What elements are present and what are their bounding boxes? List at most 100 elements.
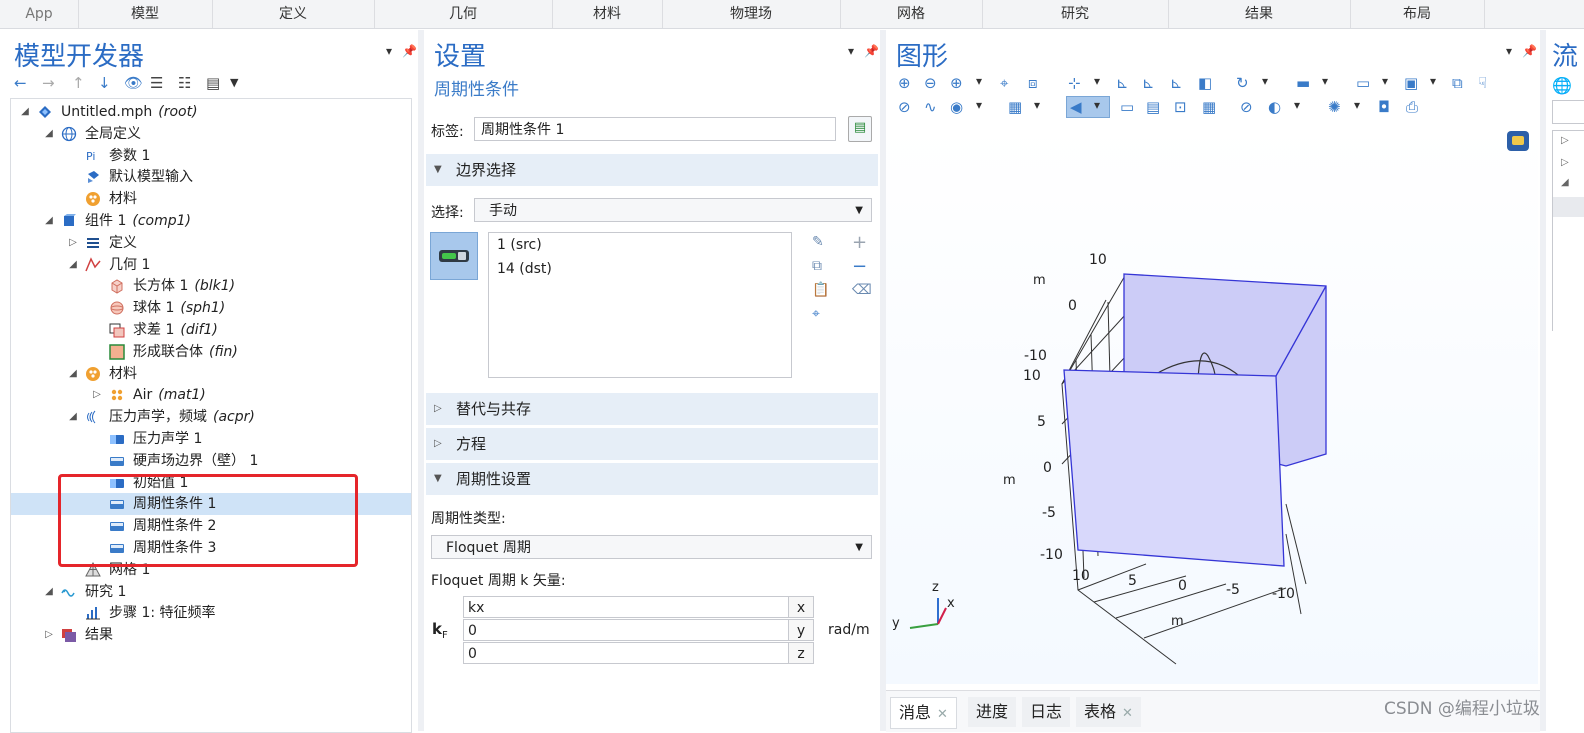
tree-node[interactable]: 长方体 1 (blk1) — [11, 275, 411, 297]
tree-node[interactable]: ▷ 结果 — [11, 624, 411, 646]
panel-menu-icon[interactable]: ▾ — [1506, 44, 1512, 58]
camera-icon[interactable]: ◘ — [1378, 98, 1390, 116]
ribbon-tab-results[interactable]: 结果 — [1168, 0, 1351, 28]
clear-selection-icon[interactable]: ⌫ — [852, 282, 872, 298]
chevron-down-icon[interactable]: ▼ — [230, 76, 238, 89]
chevron-down-icon[interactable]: ▾ — [1034, 98, 1040, 112]
view-xy-icon[interactable]: ⊾ — [1116, 74, 1129, 92]
chevron-down-icon[interactable]: ◢ — [43, 210, 55, 232]
boundary-list[interactable]: 1 (src) 14 (dst) — [488, 232, 792, 378]
ribbon-tab-definitions[interactable]: 定义 — [212, 0, 375, 28]
ribbon-tab-layout[interactable]: 布局 — [1350, 0, 1485, 28]
sound-icon[interactable]: ◧ — [1198, 74, 1212, 92]
ribbon-tab-study[interactable]: 研究 — [982, 0, 1169, 28]
tree-node[interactable]: 压力声学 1 — [11, 428, 411, 450]
printer-icon[interactable]: ⎙ — [1406, 98, 1418, 116]
render-icon[interactable]: ▭ — [1356, 74, 1370, 92]
label-field[interactable]: 周期性条件 1 — [474, 117, 836, 141]
grid-icon[interactable]: ⊡ — [1174, 98, 1187, 116]
tab-log[interactable]: 日志 — [1022, 697, 1071, 727]
search-input[interactable] — [1552, 100, 1584, 124]
boundary-item[interactable]: 14 (dst) — [497, 261, 552, 277]
chevron-down-icon[interactable]: ▾ — [1094, 74, 1100, 88]
back-arrow-icon[interactable]: ← — [14, 74, 27, 92]
expand-all-icon[interactable]: ☷ — [178, 74, 191, 92]
forward-arrow-icon[interactable]: → — [42, 74, 55, 92]
chevron-down-icon[interactable]: ◢ — [67, 406, 79, 428]
globe-icon[interactable]: 🌐 — [1552, 76, 1572, 95]
settings-icon[interactable]: ✺ — [1328, 98, 1341, 116]
periodic-type-dropdown[interactable]: Floquet 周期 ▼ — [431, 535, 872, 559]
chevron-down-icon[interactable]: ◢ — [1561, 177, 1569, 188]
tab-progress[interactable]: 进度 — [968, 697, 1017, 727]
wireframe-icon[interactable]: ▭ — [1120, 98, 1134, 116]
chevron-down-icon[interactable]: ▾ — [1382, 74, 1388, 88]
chevron-down-icon[interactable]: ◢ — [67, 254, 79, 276]
tree-node[interactable]: ◢ 研究 1 — [11, 581, 411, 603]
label-edit-icon[interactable]: ▤ — [848, 116, 872, 142]
tree-node[interactable]: ◢ 几何 1 — [11, 254, 411, 276]
tree-node[interactable]: ◢ 组件 1 (comp1) — [11, 210, 411, 232]
view-cube-icon[interactable]: ▦ — [1008, 98, 1022, 116]
collapse-all-icon[interactable]: ☰ — [150, 74, 163, 92]
list-view-icon[interactable]: ▤ — [206, 74, 220, 92]
zoom-out-icon[interactable]: ⊖ — [924, 74, 937, 92]
add-icon[interactable]: + — [852, 232, 867, 253]
activate-selection-toggle[interactable] — [430, 232, 478, 280]
table-view-icon[interactable]: ▦ — [1202, 98, 1216, 116]
ribbon-tab-physics[interactable]: 物理场 — [662, 0, 841, 28]
chevron-down-icon[interactable]: ▾ — [1094, 98, 1100, 112]
paste-selection-icon[interactable]: ✎ — [812, 234, 824, 250]
chevron-right-icon[interactable]: ▷ — [1561, 135, 1569, 146]
close-icon[interactable]: ✕ — [1122, 706, 1133, 721]
hand-icon[interactable]: ☟ — [1478, 74, 1487, 92]
section-boundary-selection[interactable]: ▼ 边界选择 — [426, 154, 878, 186]
chevron-down-icon[interactable]: ◢ — [19, 101, 31, 123]
tree-node[interactable]: ◢ 压力声学，频域 (acpr) — [11, 406, 411, 428]
ribbon-tab-model[interactable]: 模型 — [78, 0, 213, 28]
chevron-right-icon[interactable]: ▷ — [67, 232, 79, 254]
move-down-icon[interactable]: ↓ — [98, 74, 111, 92]
axis-icon[interactable]: ⊹ — [1068, 74, 1081, 92]
ribbon-tab-geometry[interactable]: 几何 — [374, 0, 553, 28]
pin-icon[interactable]: 📌 — [1522, 44, 1537, 58]
view-yz-icon[interactable]: ⊾ — [1142, 74, 1155, 92]
pin-icon[interactable]: 📌 — [864, 44, 879, 58]
chevron-right-icon[interactable]: ▷ — [1561, 157, 1569, 168]
chevron-right-icon[interactable]: ▷ — [43, 624, 55, 646]
scene-light-icon[interactable]: ▤ — [1146, 98, 1160, 116]
section-periodic-settings[interactable]: ▼ 周期性设置 — [426, 463, 878, 495]
clear-icon[interactable]: ⊘ — [1240, 98, 1253, 116]
zoom-extents-icon[interactable]: ⌖ — [1000, 74, 1008, 92]
lights-icon[interactable]: ◀ — [1070, 98, 1082, 116]
panel-menu-icon[interactable]: ▾ — [848, 44, 854, 58]
chevron-down-icon[interactable]: ▾ — [976, 74, 982, 88]
zoom-selection-icon[interactable]: ⧉ — [1452, 74, 1463, 92]
palette-icon[interactable]: ◐ — [1268, 98, 1281, 116]
rotate-icon[interactable]: ↻ — [1236, 74, 1249, 92]
tree-node[interactable]: ◢ 全局定义 — [11, 123, 411, 145]
chevron-down-icon[interactable]: ▾ — [1354, 98, 1360, 112]
ribbon-tab-app[interactable]: App — [0, 0, 79, 28]
copy-selection-icon[interactable]: ⧉ — [812, 258, 822, 274]
tab-table[interactable]: 表格 ✕ — [1076, 697, 1141, 727]
chevron-right-icon[interactable]: ▷ — [91, 384, 103, 406]
chevron-down-icon[interactable]: ▾ — [1294, 98, 1300, 112]
tree-node[interactable]: 步骤 1: 特征频率 — [11, 602, 411, 624]
k-component-y[interactable]: 0 — [463, 619, 789, 641]
boundary-item[interactable]: 1 (src) — [497, 237, 542, 253]
move-up-icon[interactable]: ↑ — [72, 74, 85, 92]
chevron-down-icon[interactable]: ▾ — [976, 98, 982, 112]
ribbon-tab-mesh[interactable]: 网格 — [840, 0, 983, 28]
hide-icon[interactable]: ⊘ — [898, 98, 911, 116]
selection-dropdown[interactable]: 手动 ▼ — [474, 198, 872, 222]
eye-icon[interactable]: ◉ — [950, 98, 963, 116]
tree-node[interactable]: Pi 参数 1 — [11, 145, 411, 167]
tree-node[interactable]: ◢ 材料 — [11, 363, 411, 385]
chevron-down-icon[interactable]: ▾ — [1262, 74, 1268, 88]
list-item[interactable] — [1553, 197, 1584, 217]
view-xz-icon[interactable]: ⊾ — [1170, 74, 1183, 92]
tree-node[interactable]: 材料 — [11, 188, 411, 210]
tree-node[interactable]: 默认模型输入 — [11, 166, 411, 188]
section-equation[interactable]: ▷ 方程 — [426, 428, 878, 460]
